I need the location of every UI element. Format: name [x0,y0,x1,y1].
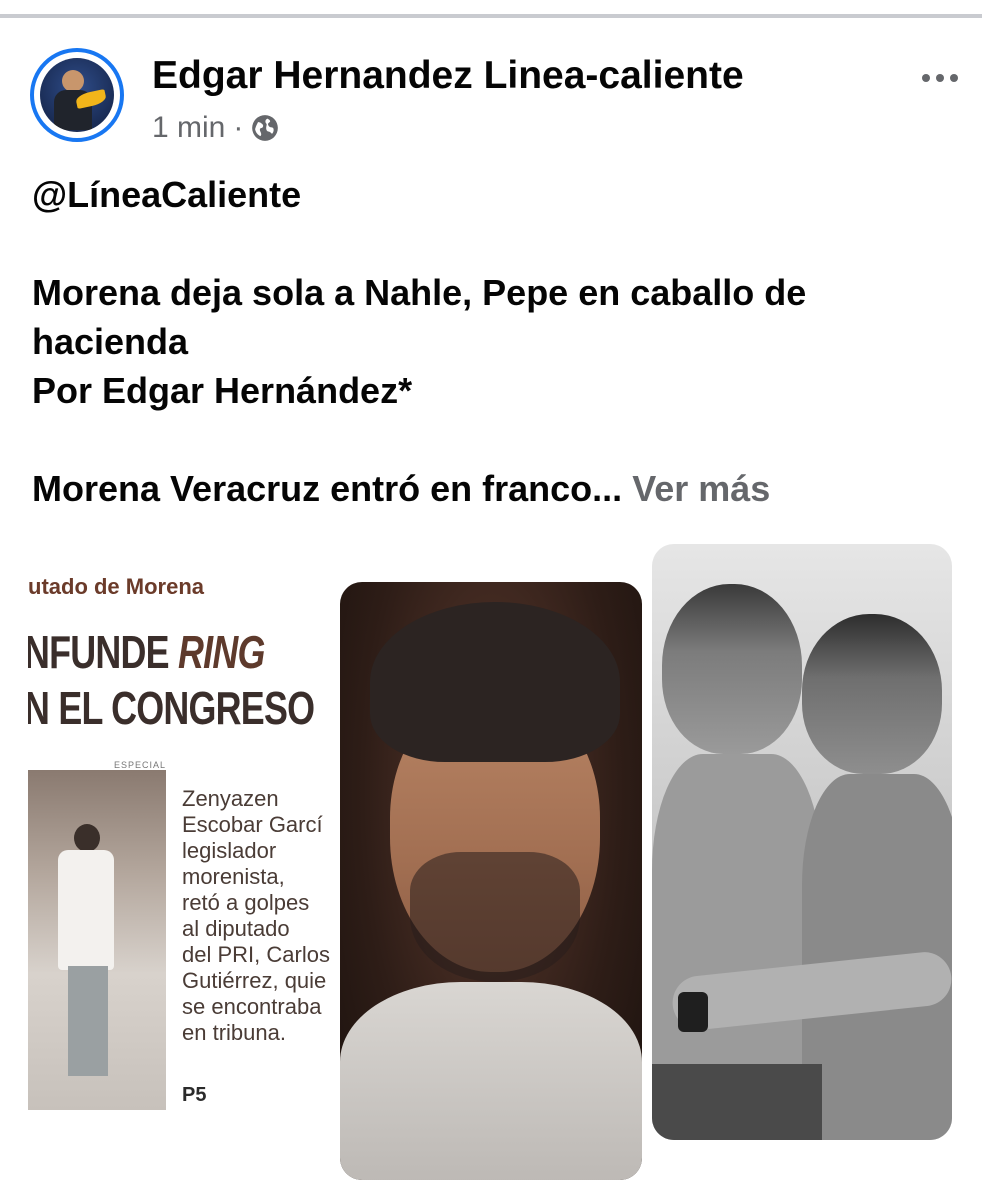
bw-photo-left-person-head [662,584,802,754]
bw-photo-right-person-head [802,614,942,774]
more-horizontal-icon-dot [950,74,958,82]
newspaper-photo-person-body [58,850,114,970]
caption-line: legislador [182,838,277,863]
post-title-line: Morena deja sola a Nahle, Pepe en caball… [32,272,807,313]
post-preview: Morena Veracruz entró en franco... [32,468,623,509]
newspaper-caption: Zenyazen Escobar Garcí legislador moreni… [182,786,336,1046]
globe-icon[interactable] [251,114,279,142]
watch-icon [678,992,708,1032]
portrait-hair [370,602,620,762]
portrait-beard [410,852,580,982]
more-horizontal-icon-dot [936,74,944,82]
post-byline: Por Edgar Hernández* [32,370,413,411]
newspaper-headline-emphasis: RING [178,626,265,678]
newspaper-photo-person-head [74,824,100,852]
newspaper-headline: NFUNDE RING N EL CONGRESO [28,624,315,736]
caption-line: morenista, [182,864,285,889]
caption-line: al diputado [182,916,290,941]
caption-line: retó a golpes [182,890,310,915]
caption-line: se encontraba [182,994,322,1019]
more-horizontal-icon-dot [922,74,930,82]
photo-black-and-white[interactable] [652,544,952,1140]
post-mention[interactable]: @LíneaCaliente [32,170,952,219]
post-meta: 1 min · [152,108,279,148]
newspaper-headline-line: N EL CONGRESO [28,682,315,734]
see-more-link[interactable]: Ver más [632,468,770,509]
newspaper-photo [28,770,166,1110]
portrait-shirt [340,982,642,1180]
avatar-person-head [62,70,84,92]
caption-line: del PRI, Carlos [182,942,330,967]
post-time[interactable]: 1 min [152,111,225,145]
top-divider [0,14,982,18]
post-text: @LíneaCaliente Morena deja sola a Nahle,… [32,170,952,513]
newspaper-photo-person-legs [68,966,108,1076]
avatar-image [40,58,114,132]
bw-photo-shorts [652,1064,822,1140]
newspaper-page-number: P5 [182,1084,207,1106]
more-options-button[interactable] [910,60,970,96]
meta-separator: · [233,111,244,144]
photo-newspaper-clipping[interactable]: utado de Morena NFUNDE RING N EL CONGRES… [28,560,336,1120]
newspaper-kicker: utado de Morena [28,574,205,599]
avatar[interactable] [30,48,124,142]
photo-portrait[interactable] [340,582,642,1180]
caption-line: Zenyazen [182,786,279,811]
caption-line: en tribuna. [182,1020,286,1045]
newspaper-headline-part: NFUNDE [28,626,179,678]
author-name[interactable]: Edgar Hernandez Linea-caliente [152,54,744,98]
post-preview-line: Morena Veracruz entró en franco... Ver m… [32,464,952,513]
post-title-line: hacienda [32,321,189,362]
caption-line: Gutiérrez, quie [182,968,327,993]
post-header: Edgar Hernandez Linea-caliente 1 min · [30,48,970,158]
caption-line: Escobar Garcí [182,812,323,837]
newspaper-photo-credit: ESPECIAL [114,760,167,770]
